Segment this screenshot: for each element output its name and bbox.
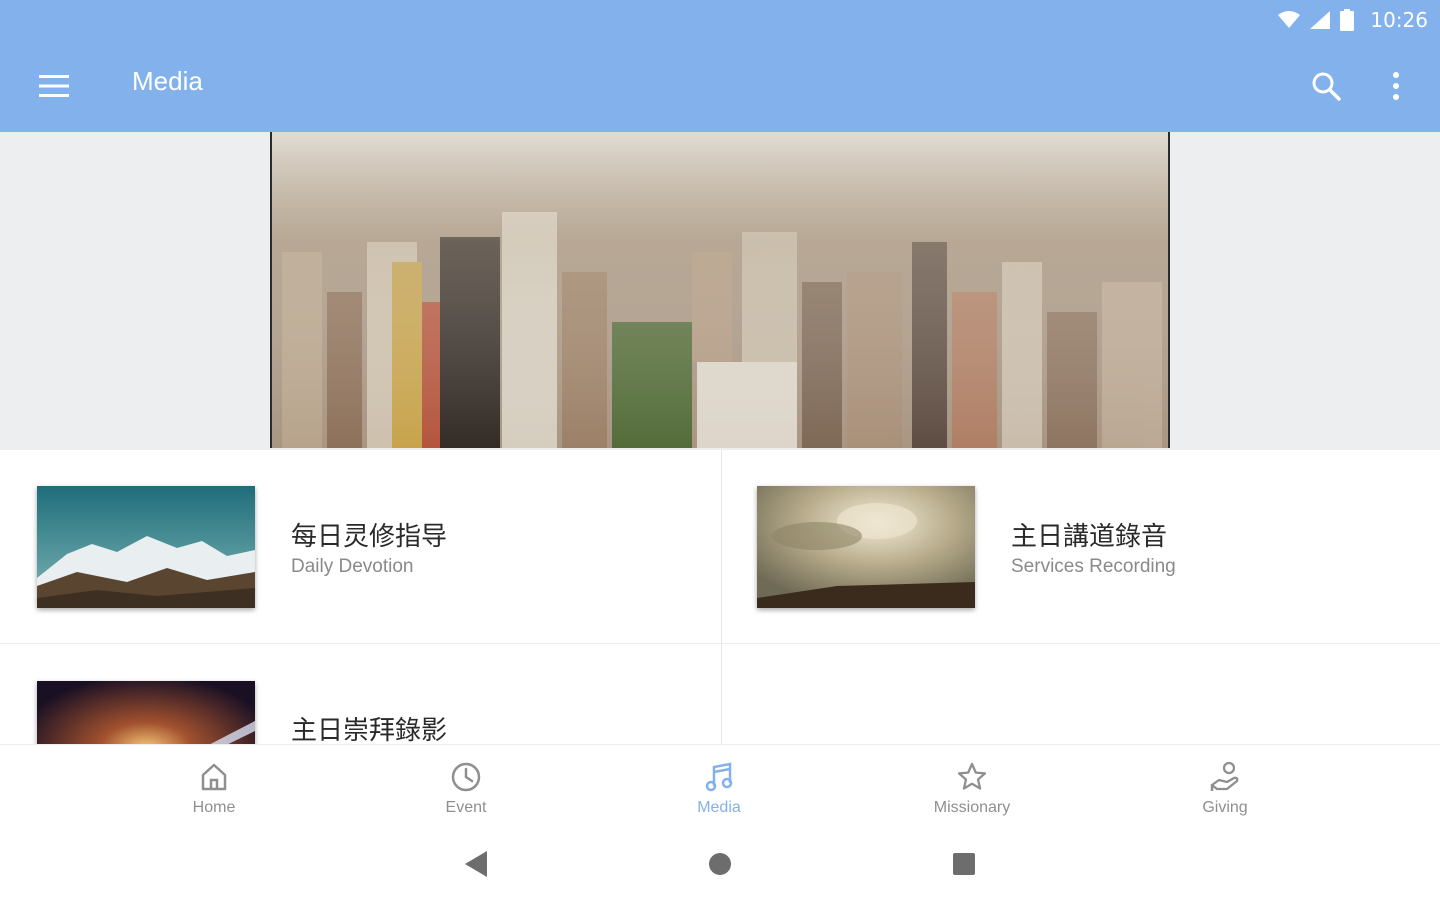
card-title: 每日灵修指导 bbox=[291, 522, 448, 552]
music-note-icon bbox=[705, 762, 733, 792]
system-navigation-bar bbox=[0, 828, 1440, 900]
search-button[interactable] bbox=[1302, 62, 1350, 110]
media-card-services-recording[interactable]: 主日講道錄音 Services Recording bbox=[722, 450, 1440, 643]
nav-item-home[interactable]: Home bbox=[124, 745, 304, 829]
bottom-navigation: Home Event Media Missionary Giving bbox=[0, 744, 1440, 828]
more-options-button[interactable] bbox=[1372, 62, 1420, 110]
cloudy-sky-thumbnail bbox=[757, 486, 975, 608]
star-icon bbox=[957, 762, 987, 790]
system-home-button[interactable] bbox=[700, 848, 740, 880]
system-back-button[interactable] bbox=[456, 848, 496, 880]
app-bar: Media bbox=[0, 40, 1440, 132]
nav-label: Missionary bbox=[933, 799, 1011, 816]
nav-item-giving[interactable]: Giving bbox=[1135, 745, 1315, 829]
system-recents-button[interactable] bbox=[944, 848, 984, 880]
wifi-icon bbox=[1278, 11, 1301, 28]
menu-icon bbox=[39, 75, 69, 97]
giving-hand-icon bbox=[1210, 761, 1239, 791]
hero-area bbox=[0, 132, 1440, 450]
nav-label: Media bbox=[697, 799, 741, 816]
battery-icon bbox=[1340, 9, 1355, 31]
status-time: 10:26 bbox=[1370, 8, 1428, 32]
signal-icon bbox=[1310, 11, 1331, 29]
status-bar: 10:26 bbox=[0, 0, 1440, 40]
clock-icon bbox=[451, 762, 481, 792]
nav-label: Event bbox=[445, 799, 487, 816]
stage-lights-thumbnail bbox=[37, 681, 255, 744]
status-icons: 10:26 bbox=[1278, 6, 1428, 34]
nav-label: Home bbox=[192, 799, 236, 816]
card-subtitle: Daily Devotion bbox=[291, 556, 414, 577]
media-card-worship-video[interactable]: 主日崇拜錄影 bbox=[0, 644, 721, 744]
more-vert-icon bbox=[1393, 72, 1399, 100]
home-icon bbox=[201, 763, 227, 791]
card-title: 主日講道錄音 bbox=[1011, 522, 1168, 552]
nav-label: Giving bbox=[1202, 799, 1248, 816]
mountain-thumbnail bbox=[37, 486, 255, 608]
menu-button[interactable] bbox=[24, 62, 84, 110]
nav-item-missionary[interactable]: Missionary bbox=[882, 745, 1062, 829]
back-triangle-icon bbox=[465, 851, 487, 877]
media-card-daily-devotion[interactable]: 每日灵修指导 Daily Devotion bbox=[0, 450, 721, 643]
nav-item-event[interactable]: Event bbox=[376, 745, 556, 829]
hero-banner-city-image[interactable] bbox=[270, 132, 1170, 448]
page-title: Media bbox=[132, 66, 203, 96]
recents-square-icon bbox=[953, 853, 975, 875]
nav-item-media[interactable]: Media bbox=[629, 745, 809, 829]
city-skyline-illustration bbox=[272, 132, 1168, 448]
home-circle-icon bbox=[709, 853, 731, 875]
search-icon bbox=[1312, 72, 1341, 101]
card-subtitle: Services Recording bbox=[1011, 556, 1176, 577]
card-title: 主日崇拜錄影 bbox=[291, 716, 448, 744]
